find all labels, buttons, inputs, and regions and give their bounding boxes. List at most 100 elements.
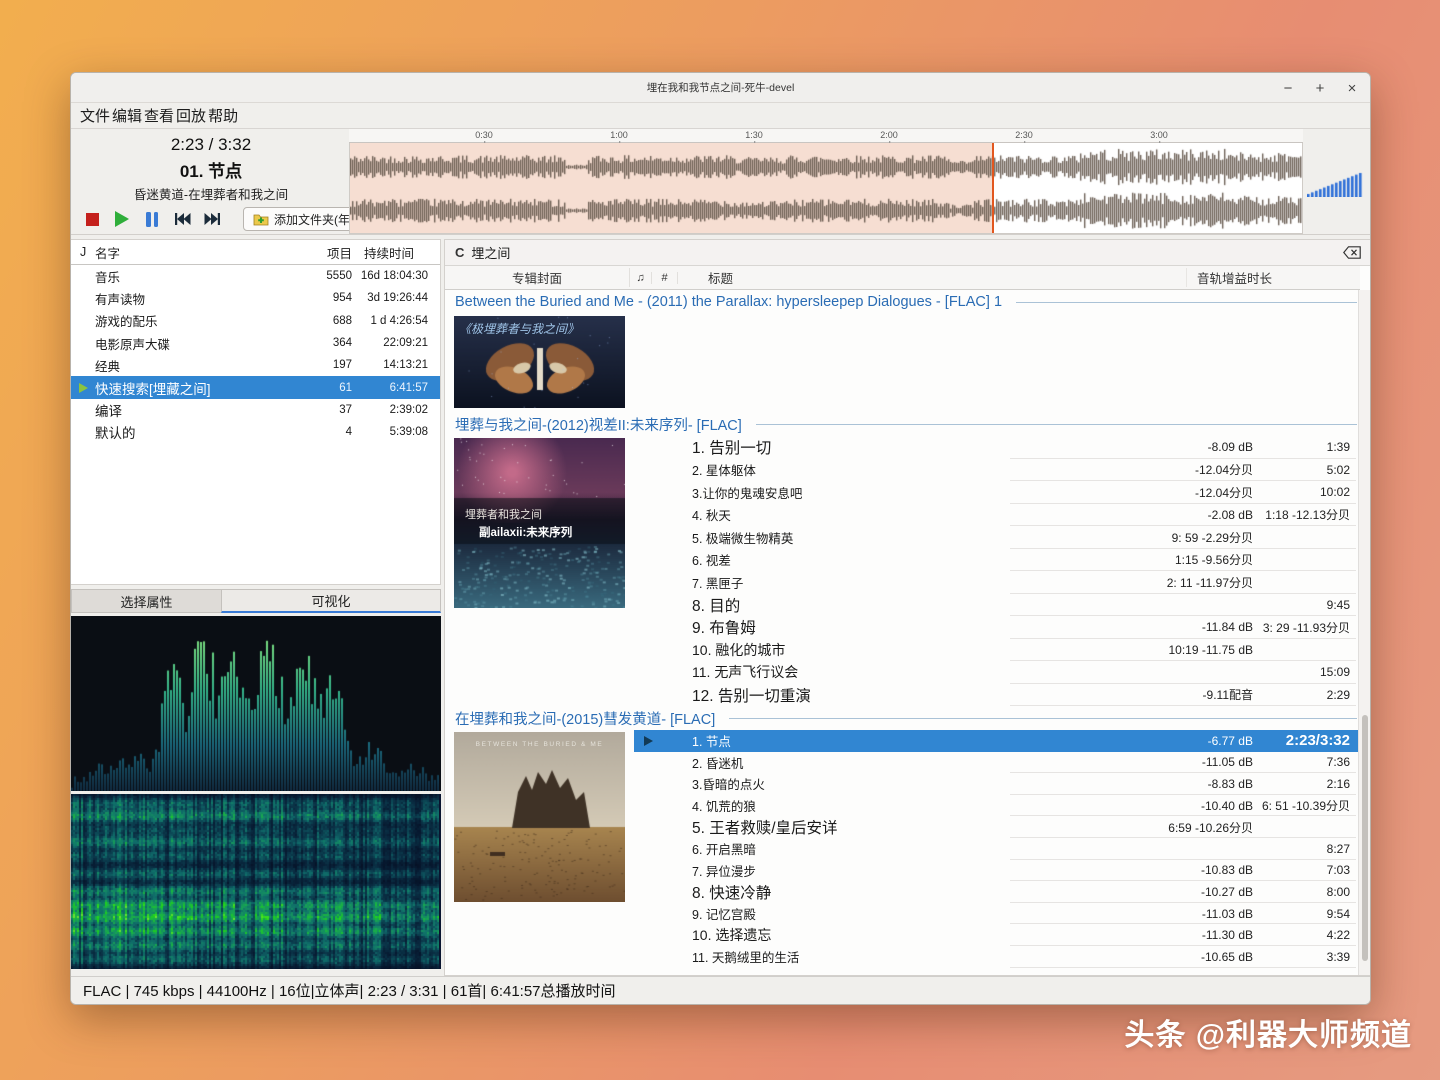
track-row[interactable]: 1. 告别一切 -8.09 dB 1:39 (634, 436, 1360, 459)
playlist-name: 游戏的配乐 (95, 311, 278, 330)
track-gain: 1:15 -9.56分贝 (1103, 551, 1253, 568)
tab-selection-properties[interactable]: 选择属性 (71, 589, 221, 613)
tab-visualization[interactable]: 可视化 (221, 589, 441, 613)
track-row[interactable]: 7. 黑匣子 2: 11 -11.97分贝 (634, 571, 1360, 594)
album-cover[interactable]: 埋葬者和我之间 副ailaxii:未来序列 (454, 438, 625, 608)
search-input[interactable]: 埋之间 (471, 243, 510, 262)
track-row[interactable]: 2. 星体躯体 -12.04分贝 5:02 (634, 459, 1360, 482)
volume-meter[interactable] (1307, 169, 1367, 197)
spectrum-analyzer (71, 616, 441, 791)
playlist-count: 37 (278, 404, 352, 416)
playlist-name: 电影原声大碟 (95, 334, 278, 353)
tracklist-content: Between the Buried and Me - (2011) the P… (445, 290, 1360, 975)
timeline-tick: 2:00 (880, 130, 898, 140)
track-row[interactable]: 6. 开启黑暗 8:27 (634, 838, 1360, 860)
cover-caption: 《极埋葬者与我之间》 (459, 320, 579, 337)
playlist-name: 音乐 (95, 267, 278, 286)
menu-edit[interactable]: 编辑 (111, 105, 143, 126)
playlist-header-items: 项目 (278, 243, 352, 262)
track-row[interactable]: 9. 记忆宫殿 -11.03 dB 9:54 (634, 903, 1360, 925)
track-row[interactable]: 11. 无声飞行议会 15:09 (634, 661, 1360, 684)
album-cover[interactable]: 《极埋葬者与我之间》 (454, 316, 625, 408)
track-gain: -10.40 dB (1103, 799, 1253, 813)
track-row[interactable]: 2. 昏迷机 -11.05 dB 7:36 (634, 752, 1360, 774)
track-gain: -10.83 dB (1103, 863, 1253, 877)
timeline-tick: 3:00 (1150, 130, 1168, 140)
playlist-row[interactable]: 音乐 5550 16d 18:04:30 (71, 265, 440, 287)
playlist-duration: 16d 18:04:30 (352, 270, 428, 282)
playlist-row[interactable]: 游戏的配乐 688 1 d 4:26:54 (71, 310, 440, 332)
track-row[interactable]: 8. 快速冷静 -10.27 dB 8:00 (634, 881, 1360, 903)
menu-bar: 文件 编辑 查看 回放 帮助 (71, 103, 1370, 129)
playlist-header-row[interactable]: J 名字 项目 持续时间 (71, 240, 440, 265)
playlist-name: 有声读物 (95, 289, 278, 308)
playlist-count: 5550 (278, 270, 352, 282)
playlist-count: 197 (278, 359, 352, 371)
column-title[interactable]: 标题 (678, 268, 1187, 287)
track-row[interactable]: 9. 布鲁姆 -11.84 dB 3: 29 -11.93分贝 (634, 616, 1360, 639)
playlist-count: 61 (278, 382, 352, 394)
album-group-header[interactable]: Between the Buried and Me - (2011) the P… (445, 290, 1360, 314)
clear-search-button[interactable] (1343, 246, 1361, 259)
menu-file[interactable]: 文件 (79, 105, 111, 126)
column-number[interactable]: # (652, 272, 678, 284)
track-row[interactable]: 11. 天鹅绒里的生活 -10.65 dB 3:39 (634, 946, 1360, 968)
album-cover[interactable]: BETWEEN THE BURIED & ME (454, 732, 625, 902)
track-row[interactable]: 10. 选择遗忘 -11.30 dB 4:22 (634, 924, 1360, 946)
previous-button[interactable] (167, 207, 197, 231)
menu-help[interactable]: 帮助 (207, 105, 239, 126)
column-note-icon[interactable]: ♫ (630, 272, 652, 284)
track-title: 4. 秋天 (692, 505, 1103, 524)
playlist-row[interactable]: 默认的 4 5:39:08 (71, 421, 440, 443)
spectrogram (71, 794, 441, 969)
album-art-coma-ecliptic (454, 732, 625, 902)
waveform-area: 0:301:001:302:002:303:00 (349, 129, 1303, 234)
pause-button[interactable] (137, 207, 167, 231)
next-button[interactable] (197, 207, 227, 231)
minimize-button[interactable]: − (1278, 80, 1298, 97)
track-duration: 7:36 (1253, 755, 1350, 769)
playlist-row[interactable]: 电影原声大碟 364 22:09:21 (71, 332, 440, 354)
playlist-row[interactable]: 经典 197 14:13:21 (71, 354, 440, 376)
pause-icon (146, 212, 158, 227)
track-row[interactable]: 4. 饥荒的狼 -10.40 dB 6: 51 -10.39分贝 (634, 795, 1360, 817)
album-group-header[interactable]: 埋葬与我之间-(2012)视差II:未来序列- [FLAC] (445, 412, 1360, 436)
title-bar[interactable]: 埋在我和我节点之间-死牛-devel − + × (71, 73, 1370, 103)
playhead-cursor[interactable] (992, 143, 994, 233)
track-row[interactable]: 4. 秋天 -2.08 dB 1:18 -12.13分贝 (634, 504, 1360, 527)
track-row[interactable]: 3.昏暗的点火 -8.83 dB 2:16 (634, 773, 1360, 795)
add-folder-icon (253, 212, 269, 226)
column-cover[interactable]: 专辑封面 (445, 268, 630, 287)
album-group-body: 《极埋葬者与我之间》 (445, 314, 1360, 412)
playlist-row[interactable]: 编译 37 2:39:02 (71, 399, 440, 421)
tracklist-column-header[interactable]: 专辑封面 ♫ # 标题 音轨增益时长 (445, 266, 1360, 290)
tracklist-scrollbar[interactable] (1358, 290, 1371, 975)
track-title: 11. 无声飞行议会 (692, 662, 1103, 682)
maximize-button[interactable]: + (1310, 80, 1330, 97)
playlist-count: 364 (278, 337, 352, 349)
track-row[interactable]: 5. 极端微生物精英 9: 59 -2.29分贝 (634, 526, 1360, 549)
track-duration: 1:39 (1253, 440, 1350, 454)
menu-playback[interactable]: 回放 (175, 105, 207, 126)
track-row[interactable]: 5. 王者救赎/皇后安详 6:59 -10.26分贝 (634, 816, 1360, 838)
track-row[interactable]: 7. 异位漫步 -10.83 dB 7:03 (634, 860, 1360, 882)
track-title: 2. 昏迷机 (692, 753, 1103, 772)
close-button[interactable]: × (1342, 80, 1362, 97)
play-button[interactable] (107, 207, 137, 231)
scrollbar-handle[interactable] (1362, 715, 1368, 962)
track-row[interactable]: 3.让你的鬼魂安息吧 -12.04分贝 10:02 (634, 481, 1360, 504)
column-gain-duration[interactable]: 音轨增益时长 (1187, 268, 1360, 287)
search-bar[interactable]: C 埋之间 (445, 240, 1371, 266)
track-row[interactable]: 6. 视差 1:15 -9.56分贝 (634, 549, 1360, 572)
track-row[interactable]: 8. 目的 9:45 (634, 594, 1360, 617)
search-icon: C (455, 245, 464, 260)
track-row[interactable]: 12. 告别一切重演 -9.11配音 2:29 (634, 684, 1360, 707)
stop-button[interactable] (77, 207, 107, 231)
track-row[interactable]: 10. 融化的城市 10:19 -11.75 dB (634, 639, 1360, 662)
album-group-header[interactable]: 在埋葬和我之间-(2015)彗发黄道- [FLAC] (445, 706, 1360, 730)
playlist-row[interactable]: 有声读物 954 3d 19:26:44 (71, 287, 440, 309)
track-row-playing[interactable]: 1. 节点 -6.77 dB 2:23/3:32 (634, 730, 1360, 752)
seekbar-waveform[interactable] (349, 143, 1303, 234)
menu-view[interactable]: 查看 (143, 105, 175, 126)
playlist-row-selected[interactable]: 快速搜索[埋藏之间] 61 6:41:57 (71, 376, 440, 398)
